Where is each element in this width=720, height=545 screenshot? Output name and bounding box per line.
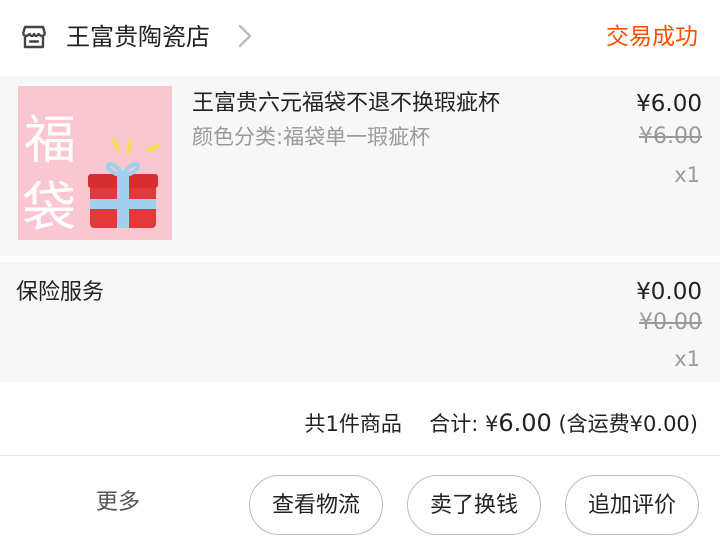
item-original-price: ¥6.00 — [639, 124, 702, 149]
more-button[interactable]: 更多 — [96, 487, 140, 519]
total-amount: 6.00 — [498, 409, 552, 437]
summary-line: 共1件商品 合计: ¥6.00 (含运费¥0.00) — [304, 407, 698, 440]
item-title[interactable]: 王富贵六元福袋不退不换瑕疵杯 — [192, 88, 500, 120]
total-currency: ¥ — [484, 412, 499, 436]
order-header: 王富贵陶瓷店 交易成功 — [0, 0, 720, 76]
shop-icon[interactable] — [20, 24, 48, 50]
add-review-button[interactable]: 追加评价 — [565, 475, 699, 535]
action-bar: 更多 查看物流 卖了换钱 追加评价 — [0, 457, 720, 545]
insurance-price: ¥0.00 — [636, 279, 702, 305]
shipping-fee: (含运费¥0.00) — [558, 412, 698, 436]
insurance-label: 保险服务 — [16, 280, 105, 305]
view-logistics-button[interactable]: 查看物流 — [249, 475, 383, 535]
insurance-service[interactable]: 保险服务 ¥0.00 ¥0.00 x1 — [0, 262, 720, 382]
shop-name[interactable]: 王富贵陶瓷店 — [66, 21, 210, 53]
order-item[interactable]: 福 袋 王富贵六元福袋不退不换瑕疵杯 颜色分类:福袋单一瑕疵杯 ¥6.00 ¥6… — [0, 76, 720, 256]
resell-button[interactable]: 卖了换钱 — [407, 475, 541, 535]
item-count: 共1件商品 — [304, 412, 402, 436]
item-sku: 颜色分类:福袋单一瑕疵杯 — [192, 125, 431, 149]
total-label: 合计: — [429, 412, 479, 436]
insurance-original-price: ¥0.00 — [639, 310, 702, 335]
product-thumbnail[interactable]: 福 袋 — [18, 86, 172, 240]
thumb-text-2: 袋 — [22, 176, 76, 239]
insurance-quantity: x1 — [674, 347, 700, 371]
chevron-right-icon[interactable] — [236, 22, 254, 50]
order-summary: 共1件商品 合计: ¥6.00 (含运费¥0.00) — [0, 390, 720, 456]
item-quantity: x1 — [674, 163, 700, 187]
order-status: 交易成功 — [606, 24, 698, 50]
thumb-text-1: 福 — [24, 111, 76, 171]
item-price: ¥6.00 — [636, 91, 702, 117]
